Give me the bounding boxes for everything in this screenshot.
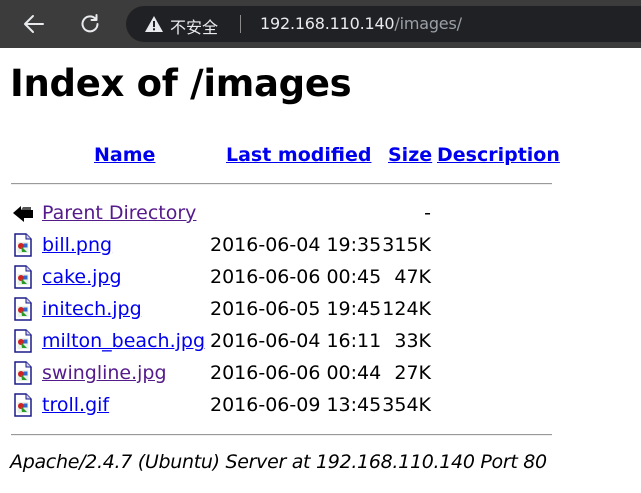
browser-toolbar: 不安全 192.168.110.140/images/: [0, 0, 641, 48]
file-link[interactable]: bill.png: [42, 234, 112, 256]
file-size: 354K: [382, 394, 431, 416]
address-bar[interactable]: 不安全 192.168.110.140/images/: [126, 6, 641, 42]
image-file-icon: [14, 297, 32, 321]
url-path: /images/: [394, 14, 462, 33]
file-modified: 2016-06-06 00:45: [210, 266, 382, 288]
file-link[interactable]: swingline.jpg: [42, 362, 167, 384]
file-size: 47K: [394, 266, 431, 288]
url-host: 192.168.110.140: [260, 14, 395, 33]
image-file-icon: [14, 233, 32, 257]
warning-icon[interactable]: [144, 15, 164, 33]
sort-by-last-modified-link[interactable]: Last modified: [226, 144, 371, 166]
file-modified: 2016-06-09 13:45: [210, 394, 382, 416]
file-modified: 2016-06-04 16:11: [210, 330, 382, 352]
sort-by-description-link[interactable]: Description: [437, 144, 560, 166]
file-size: 315K: [382, 234, 431, 256]
page-title: Index of /images: [10, 62, 352, 105]
file-link[interactable]: initech.jpg: [42, 298, 142, 320]
back-folder-icon: [13, 206, 33, 222]
file-modified: 2016-06-04 19:35: [210, 234, 382, 256]
footer-divider: [11, 434, 552, 436]
arrow-left-icon: [24, 15, 44, 33]
sort-by-name-link[interactable]: Name: [94, 144, 155, 166]
security-status-label[interactable]: 不安全: [170, 14, 218, 38]
image-file-icon: [14, 393, 32, 417]
file-link[interactable]: cake.jpg: [42, 266, 122, 288]
omnibox-divider: [240, 15, 241, 33]
url-text[interactable]: 192.168.110.140/images/: [260, 14, 462, 33]
back-button[interactable]: [18, 8, 50, 40]
file-modified: 2016-06-05 19:45: [210, 298, 382, 320]
file-link[interactable]: milton_beach.jpg: [42, 330, 205, 352]
file-size: 124K: [382, 298, 431, 320]
sort-by-size-link[interactable]: Size: [388, 144, 432, 166]
file-link[interactable]: troll.gif: [42, 394, 109, 416]
header-divider: [11, 183, 552, 185]
reload-button[interactable]: [74, 8, 106, 40]
reload-icon: [81, 14, 99, 33]
image-file-icon: [14, 265, 32, 289]
image-file-icon: [14, 361, 32, 385]
file-modified: 2016-06-06 00:44: [210, 362, 382, 384]
file-size: 33K: [394, 330, 431, 352]
file-size: 27K: [394, 362, 431, 384]
server-signature: Apache/2.4.7 (Ubuntu) Server at 192.168.…: [10, 451, 547, 473]
image-file-icon: [14, 329, 32, 353]
parent-directory-size: -: [424, 202, 431, 224]
parent-directory-link[interactable]: Parent Directory: [42, 202, 196, 224]
